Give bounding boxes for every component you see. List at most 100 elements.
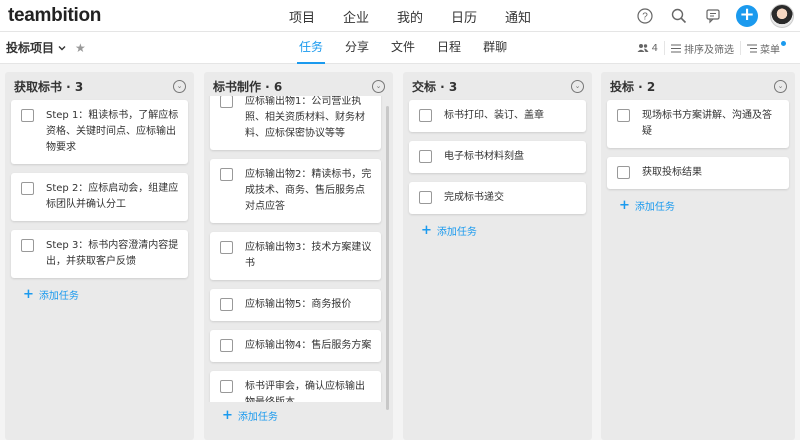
task-card[interactable]: 完成标书递交 — [409, 182, 586, 214]
column-header: 交标 · 3 ⌄ — [403, 72, 592, 100]
task-checkbox[interactable] — [21, 239, 34, 252]
column-title: 标书制作 · 6 — [213, 79, 283, 94]
plus-icon: + — [619, 198, 630, 213]
members-icon — [637, 44, 649, 52]
task-title: Step 2：应标启动会，组建应标团队并确认分工 — [46, 183, 179, 210]
task-checkbox[interactable] — [617, 166, 630, 179]
stage-column: 标书制作 · 6 ⌄ 应标输出物1：公司营业执照、相关资质材料、财务材料、应标保… — [204, 72, 393, 440]
column-menu-icon[interactable]: ⌄ — [372, 79, 385, 93]
notification-dot — [781, 40, 786, 46]
column-menu-icon[interactable]: ⌄ — [774, 79, 787, 93]
sub-nav: 任务 分享 文件 日程 群聊 — [288, 32, 518, 64]
plus-icon: + — [23, 287, 34, 302]
star-icon[interactable]: ★ — [75, 41, 86, 55]
tab-schedule[interactable]: 日程 — [426, 32, 472, 64]
add-task-button[interactable]: + 添加任务 — [409, 223, 586, 238]
add-task-label: 添加任务 — [38, 291, 79, 302]
stage-column: 投标 · 2 ⌄ 现场标书方案讲解、沟通及答疑 获取投标结果 + 添加任务 — [601, 72, 795, 440]
task-card[interactable]: Step 3：标书内容澄清内容提出，并获取客户反馈 — [11, 230, 188, 278]
members-button[interactable]: 4 — [631, 41, 665, 55]
task-title: 电子标书材料刻盘 — [444, 151, 524, 162]
task-checkbox[interactable] — [617, 109, 630, 122]
sort-filter-button[interactable]: 排序及筛选 — [665, 41, 741, 56]
top-icons: ? + — [628, 0, 794, 32]
task-card[interactable]: Step 1：粗读标书，了解应标资格、关键时间点、应标输出物要求 — [11, 100, 188, 164]
column-header: 投标 · 2 ⌄ — [601, 72, 795, 100]
add-task-label: 添加任务 — [436, 227, 477, 238]
task-card[interactable]: Step 2：应标启动会，组建应标团队并确认分工 — [11, 173, 188, 221]
chat-icon[interactable] — [696, 0, 730, 32]
column-scrollbar[interactable] — [386, 106, 389, 410]
task-card[interactable]: 标书打印、装订、盖章 — [409, 100, 586, 132]
task-checkbox[interactable] — [419, 191, 432, 204]
add-task-button[interactable]: + 添加任务 — [607, 198, 789, 213]
task-title: 应标输出物1：公司营业执照、相关资质材料、财务材料、应标保密协议等等 — [245, 96, 365, 139]
column-menu-icon[interactable]: ⌄ — [173, 79, 186, 93]
task-checkbox[interactable] — [220, 96, 233, 108]
tab-files[interactable]: 文件 — [380, 32, 426, 64]
stage-column: 交标 · 3 ⌄ 标书打印、装订、盖章 电子标书材料刻盘 完成标书递交 + 添加任… — [403, 72, 592, 440]
task-checkbox[interactable] — [220, 168, 233, 181]
nav-mine[interactable]: 我的 — [384, 7, 438, 26]
menu-label: 菜单 — [760, 44, 780, 56]
task-title: 标书打印、装订、盖章 — [444, 110, 544, 121]
chevron-down-icon — [58, 45, 66, 50]
nav-notifications[interactable]: 通知 — [492, 7, 546, 26]
column-header: 获取标书 · 3 ⌄ — [5, 72, 194, 100]
menu-button[interactable]: 菜单 — [741, 40, 794, 56]
project-name: 投标项目 — [6, 41, 55, 55]
tab-tasks[interactable]: 任务 — [288, 32, 334, 64]
column-title: 获取标书 · 3 — [14, 79, 84, 94]
task-title: 应标输出物2：精读标书，完成技术、商务、售后服务点对点应答 — [245, 169, 372, 212]
sub-right-tools: 4 排序及筛选 菜单 — [631, 32, 794, 64]
nav-projects[interactable]: 项目 — [276, 7, 330, 26]
add-task-button[interactable]: + 添加任务 — [204, 408, 393, 423]
task-card[interactable]: 应标输出物2：精读标书，完成技术、商务、售后服务点对点应答 — [210, 159, 381, 223]
add-task-button[interactable]: + 添加任务 — [11, 287, 188, 302]
task-checkbox[interactable] — [21, 109, 34, 122]
tab-shares[interactable]: 分享 — [334, 32, 380, 64]
task-card[interactable]: 现场标书方案讲解、沟通及答疑 — [607, 100, 789, 148]
tab-group-chat[interactable]: 群聊 — [472, 32, 518, 64]
add-task-label: 添加任务 — [634, 202, 675, 213]
task-card[interactable]: 电子标书材料刻盘 — [409, 141, 586, 173]
task-checkbox[interactable] — [419, 109, 432, 122]
task-card[interactable]: 应标输出物5：商务报价 — [210, 289, 381, 321]
task-title: 标书评审会，确认应标输出物最终版本 — [245, 381, 365, 402]
column-title: 投标 · 2 — [610, 79, 656, 94]
task-checkbox[interactable] — [419, 150, 432, 163]
task-title: Step 1：粗读标书，了解应标资格、关键时间点、应标输出物要求 — [46, 110, 179, 153]
task-title: 现场标书方案讲解、沟通及答疑 — [642, 110, 772, 137]
avatar[interactable] — [770, 4, 794, 28]
task-title: 完成标书递交 — [444, 192, 504, 203]
add-task-label: 添加任务 — [237, 412, 278, 423]
app-logo[interactable]: teambition — [8, 5, 101, 27]
column-title: 交标 · 3 — [412, 79, 458, 94]
task-checkbox[interactable] — [220, 380, 233, 393]
task-title: 获取投标结果 — [642, 167, 702, 178]
column-menu-icon[interactable]: ⌄ — [571, 79, 584, 93]
project-selector[interactable]: 投标项目 — [6, 39, 67, 56]
task-checkbox[interactable] — [220, 241, 233, 254]
task-checkbox[interactable] — [220, 339, 233, 352]
task-checkbox[interactable] — [220, 298, 233, 311]
task-card[interactable]: 应标输出物3：技术方案建议书 — [210, 232, 381, 280]
menu-icon — [747, 44, 757, 52]
list-icon — [671, 44, 681, 52]
nav-calendar[interactable]: 日历 — [438, 7, 492, 26]
task-card[interactable]: 应标输出物1：公司营业执照、相关资质材料、财务材料、应标保密协议等等 — [210, 96, 381, 150]
task-board: 获取标书 · 3 ⌄ Step 1：粗读标书，了解应标资格、关键时间点、应标输出… — [0, 64, 800, 440]
members-count: 4 — [651, 42, 658, 54]
task-title: Step 3：标书内容澄清内容提出，并获取客户反馈 — [46, 240, 179, 267]
nav-enterprise[interactable]: 企业 — [330, 7, 384, 26]
task-card[interactable]: 应标输出物4：售后服务方案 — [210, 330, 381, 362]
add-icon[interactable]: + — [730, 0, 764, 32]
task-card[interactable]: 获取投标结果 — [607, 157, 789, 189]
search-icon[interactable] — [662, 0, 696, 32]
task-checkbox[interactable] — [21, 182, 34, 195]
svg-text:?: ? — [642, 12, 648, 23]
sort-filter-label: 排序及筛选 — [684, 44, 734, 56]
top-bar: teambition 项目 企业 我的 日历 通知 ? + — [0, 0, 800, 32]
help-icon[interactable]: ? — [628, 0, 662, 32]
task-card[interactable]: 标书评审会，确认应标输出物最终版本 — [210, 371, 381, 402]
